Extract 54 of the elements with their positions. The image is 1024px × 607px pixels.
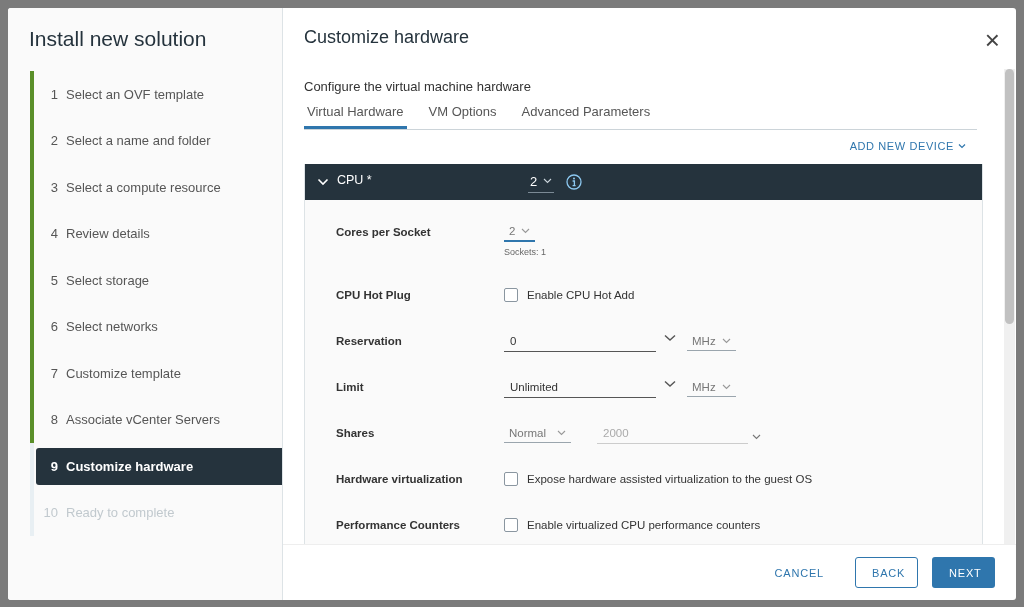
wizard-step[interactable]: 6 Select networks <box>30 303 282 350</box>
subtitle: Configure the virtual machine hardware <box>304 79 532 94</box>
field-label: Shares <box>336 427 376 439</box>
section-label: CPU * <box>337 173 373 187</box>
wizard-step[interactable]: 9 Customize hardware <box>36 448 282 485</box>
page-title: Customize hardware <box>304 27 470 48</box>
caret-icon <box>722 337 731 344</box>
wizard-step[interactable]: 1 Select an OVF template <box>30 71 282 118</box>
tab[interactable]: VM Options <box>425 101 500 129</box>
unit-select[interactable]: MHz <box>687 331 736 351</box>
field-label: Performance Counters <box>336 519 461 531</box>
close-button[interactable]: × <box>984 29 1000 51</box>
add-device-link[interactable]: ADD NEW DEVICE <box>849 138 966 154</box>
checkbox[interactable] <box>504 288 518 302</box>
caret-icon <box>521 228 530 234</box>
field-label: Hardware virtualization <box>336 473 464 485</box>
field-label: CPU Hot Plug <box>336 289 412 301</box>
wizard-step[interactable]: 5 Select storage <box>30 257 282 304</box>
value-field[interactable]: Unlimited <box>504 376 656 398</box>
field-label: Limit <box>336 381 365 393</box>
wizard-step[interactable]: 7 Customize template <box>30 350 282 397</box>
section-header[interactable]: CPU * 2 <box>305 164 982 200</box>
caret-icon <box>543 178 553 184</box>
wizard-step[interactable]: 3 Select a compute resource <box>30 164 282 211</box>
caret-icon[interactable] <box>664 334 676 342</box>
checkbox-label: Enable CPU Hot Add <box>527 289 635 301</box>
footer-button[interactable]: CANCEL <box>757 557 841 588</box>
info-icon[interactable] <box>566 174 583 190</box>
checkbox-label: Enable virtualized CPU performance counters <box>527 519 761 531</box>
value-field[interactable]: 0 <box>504 330 656 352</box>
wizard-step[interactable]: 4 Review details <box>30 210 282 257</box>
unit-select[interactable]: MHz <box>687 377 736 397</box>
caret-icon[interactable] <box>752 434 761 440</box>
field-label: Reservation <box>336 335 403 347</box>
hint-text: Sockets: 1 <box>504 247 547 257</box>
wizard-step[interactable]: 2 Select a name and folder <box>30 117 282 164</box>
caret-icon <box>958 143 966 149</box>
tab[interactable]: Advanced Parameters <box>518 101 654 129</box>
field-label: Cores per Socket <box>336 226 432 238</box>
wizard-title: Install new solution <box>29 27 208 52</box>
checkbox[interactable] <box>504 472 518 486</box>
tab[interactable]: Virtual Hardware <box>304 101 407 129</box>
checkbox-label: Expose hardware assisted virtualization to the guest OS <box>527 473 813 485</box>
scrollbar[interactable] <box>1004 69 1015 544</box>
footer-button[interactable]: NEXT <box>932 557 995 588</box>
chevron-icon[interactable] <box>317 178 329 186</box>
caret-icon[interactable] <box>664 380 676 388</box>
cores-select[interactable]: 2 <box>504 222 535 242</box>
footer-button[interactable]: BACK <box>855 557 918 588</box>
cpu-count-select[interactable]: 2 <box>528 171 555 193</box>
checkbox[interactable] <box>504 518 518 532</box>
caret-icon <box>557 429 566 436</box>
caret-icon <box>722 383 731 390</box>
wizard-step[interactable]: 8 Associate vCenter Servers <box>30 396 282 443</box>
